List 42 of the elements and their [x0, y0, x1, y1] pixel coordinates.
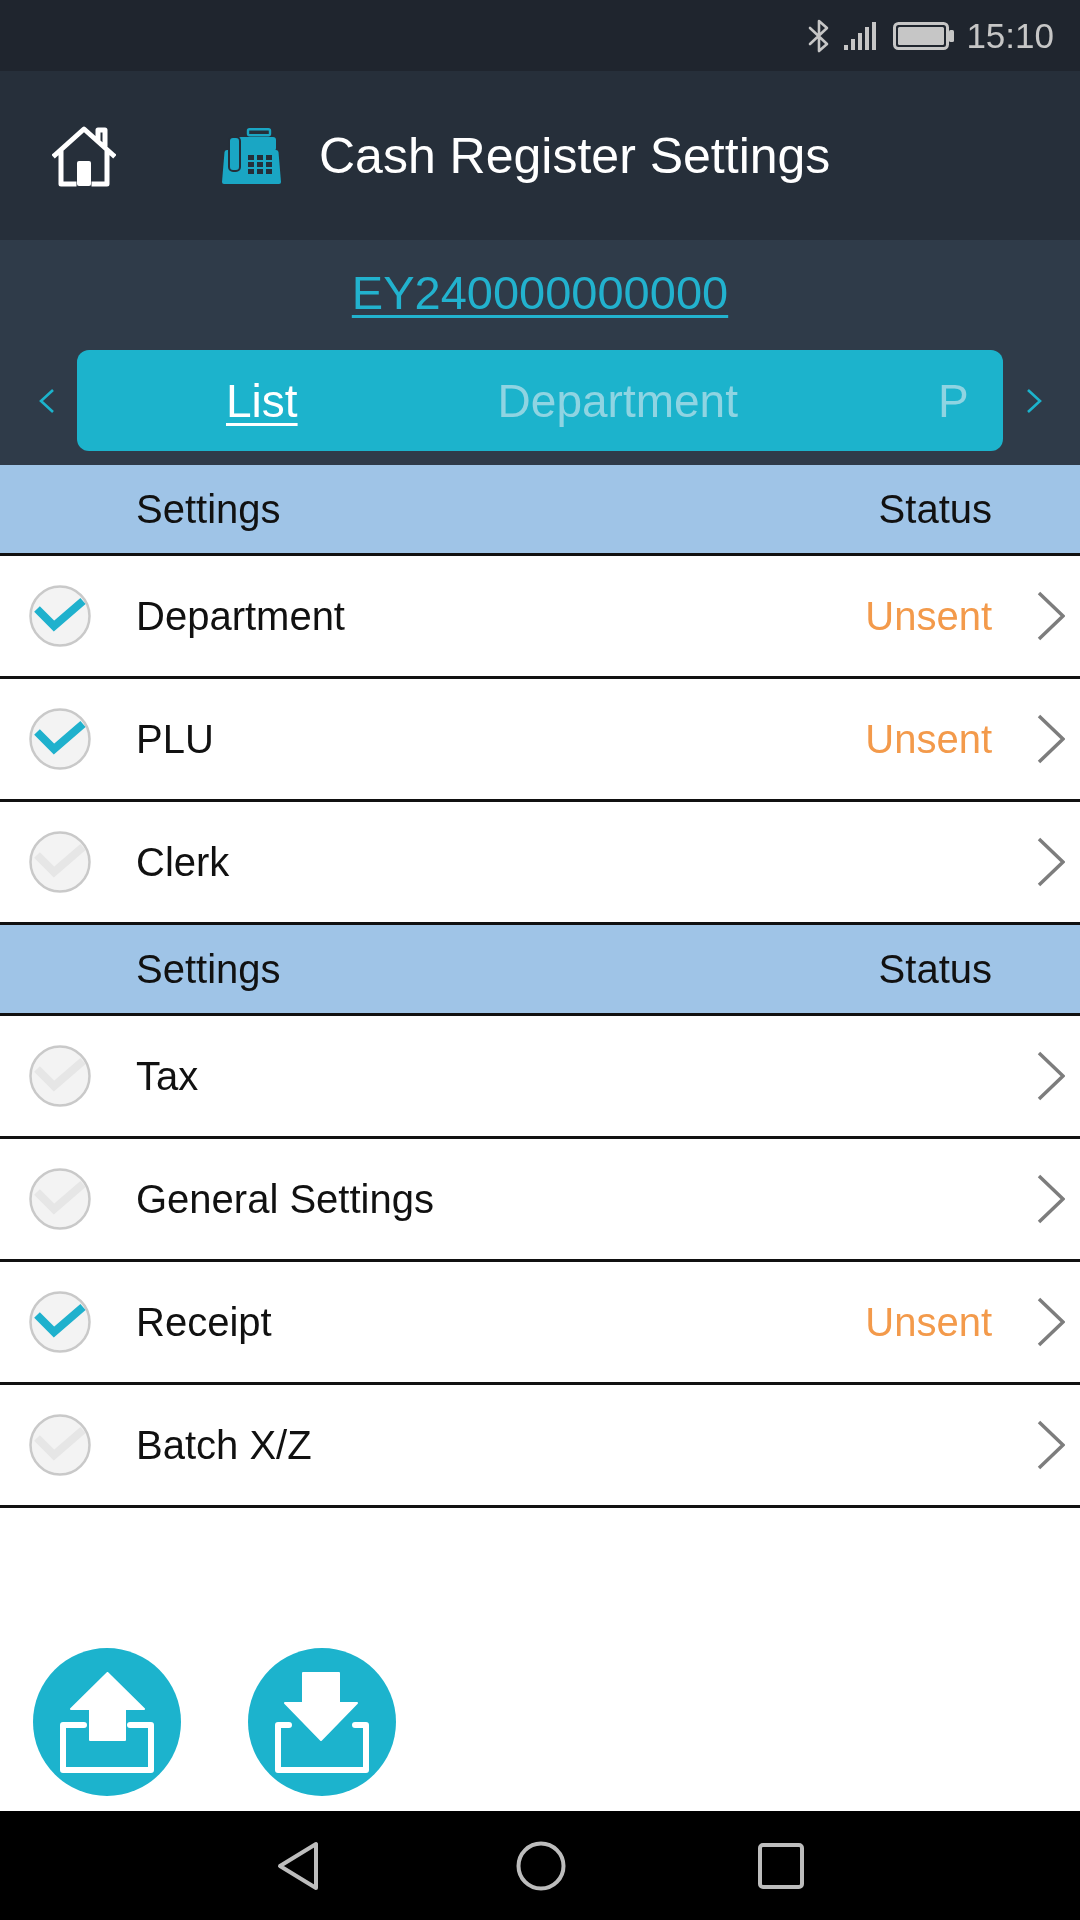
checkbox[interactable] [29, 1291, 91, 1353]
recents-icon[interactable] [758, 1842, 804, 1889]
setting-item[interactable]: PLU [136, 715, 214, 763]
setting-item[interactable]: Tax [136, 1052, 199, 1100]
status-text: Unsent [865, 716, 992, 763]
house-icon[interactable] [52, 123, 116, 188]
battery-icon [893, 21, 956, 50]
download-icon [275, 1671, 369, 1773]
chevron-right-icon[interactable] [1037, 1051, 1065, 1101]
setting-item[interactable]: Clerk [136, 838, 230, 886]
clock-time: 15:10 [966, 15, 1054, 56]
chevron-right-icon[interactable] [1037, 591, 1065, 641]
column-header: Settings [136, 946, 281, 993]
column-header: Status [878, 946, 992, 993]
checkbox[interactable] [29, 1414, 91, 1476]
chevron-right-icon[interactable] [1037, 1297, 1065, 1347]
home-icon[interactable] [516, 1840, 566, 1891]
cash-register-icon [222, 127, 281, 184]
back-icon[interactable] [276, 1840, 320, 1891]
checkbox[interactable] [29, 831, 91, 893]
chevron-right-icon[interactable] [1026, 387, 1043, 414]
checkbox[interactable] [29, 585, 91, 647]
status-text: Unsent [865, 1299, 992, 1346]
checkbox[interactable] [29, 1168, 91, 1230]
checkbox[interactable] [29, 708, 91, 770]
checkbox[interactable] [29, 1045, 91, 1107]
status-text: Unsent [865, 593, 992, 640]
column-header: Settings [136, 486, 281, 533]
screen-title: Cash Register Settings [319, 126, 831, 186]
chevron-right-icon[interactable] [1037, 1420, 1065, 1470]
chevron-left-icon[interactable] [38, 387, 55, 414]
chevron-right-icon[interactable] [1037, 1174, 1065, 1224]
serial-number-link[interactable]: EY240000000000 [351, 265, 729, 321]
setting-item[interactable]: Department [136, 592, 345, 640]
setting-item[interactable]: Batch X/Z [136, 1421, 312, 1469]
upload-icon [60, 1671, 154, 1773]
chevron-right-icon[interactable] [1037, 837, 1065, 887]
chevron-right-icon[interactable] [1037, 714, 1065, 764]
setting-item[interactable]: Receipt [136, 1298, 272, 1346]
column-header: Status [878, 486, 992, 533]
signal-icon [844, 21, 879, 50]
setting-item[interactable]: General Settings [136, 1175, 434, 1223]
